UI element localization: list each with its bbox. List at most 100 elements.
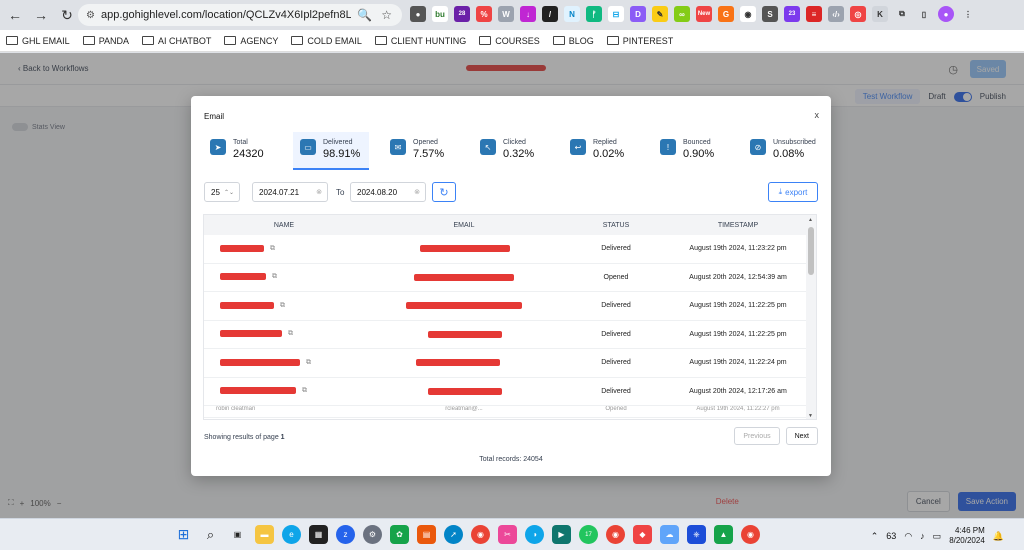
previous-page-button[interactable]: Previous <box>734 427 780 445</box>
extension-icon[interactable]: ᚠ <box>586 6 602 22</box>
extension-icon[interactable]: 23 <box>784 6 800 22</box>
external-link-icon[interactable]: ⧉ <box>306 359 311 366</box>
bookmark-folder[interactable]: AGENCY <box>224 36 278 46</box>
date-from-input[interactable]: 2024.07.21 ⊗ <box>252 182 328 202</box>
name-cell[interactable]: ⧉ <box>204 301 364 310</box>
stat-card-bounced[interactable]: ! Bounced 0.90% <box>653 132 729 170</box>
address-bar[interactable]: ⚙ app.gohighlevel.com/location/QCLZv4X6I… <box>78 4 402 26</box>
extension-icon[interactable]: ◉ <box>740 6 756 22</box>
app-icon[interactable]: ▶ <box>552 525 571 544</box>
wifi-icon[interactable]: ◠ <box>904 531 912 542</box>
extension-icon[interactable]: ● <box>410 6 426 22</box>
bookmark-folder[interactable]: BLOG <box>552 36 594 46</box>
name-cell[interactable]: ⧉ <box>204 244 364 253</box>
stat-card-total[interactable]: ➤ Total 24320 <box>203 132 279 170</box>
notification-bell-icon[interactable]: 🔔 <box>993 531 1004 542</box>
extension-icon[interactable]: ≡ <box>806 6 822 22</box>
app-icon[interactable]: ⎈ <box>687 525 706 544</box>
settings-gear-icon[interactable]: ⚙ <box>363 525 382 544</box>
whatsapp-icon[interactable]: 17 <box>579 525 598 544</box>
windows-start-icon[interactable]: ⊞ <box>174 525 193 544</box>
extension-icon[interactable]: 28 <box>454 6 470 22</box>
name-cell[interactable]: ⧉ <box>204 273 364 281</box>
extension-icon[interactable]: D <box>630 6 646 22</box>
table-scrollbar[interactable]: ▲ ▼ <box>806 215 816 419</box>
battery-icon[interactable]: ▭ <box>933 531 942 542</box>
extension-icon[interactable]: ‹/› <box>828 6 844 22</box>
chevron-up-icon[interactable]: ⌃ <box>871 531 879 542</box>
zoom-app-icon[interactable]: z <box>336 525 355 544</box>
bookmark-folder[interactable]: AI CHATBOT <box>142 36 211 46</box>
stat-card-unsubscribed[interactable]: ⊘ Unsubscribed 0.08% <box>743 132 819 170</box>
name-cell[interactable]: ⧉ <box>204 358 364 367</box>
scroll-up-icon[interactable]: ▲ <box>808 217 813 223</box>
search-icon[interactable]: ⌕ <box>201 525 220 544</box>
extension-icon[interactable]: / <box>542 6 558 22</box>
zoom-icon[interactable]: 🔍 <box>357 8 372 22</box>
forward-arrow-icon[interactable]: → <box>30 4 52 26</box>
name-cell[interactable]: robin cleatman <box>204 406 364 412</box>
bookmark-folder[interactable]: PANDA <box>82 36 129 46</box>
reload-icon[interactable]: ↻ <box>56 4 78 26</box>
task-view-icon[interactable]: ▣ <box>228 525 247 544</box>
chrome-icon[interactable]: ◉ <box>471 525 490 544</box>
extension-icon[interactable]: bu <box>432 6 448 22</box>
export-button[interactable]: ⤓ export <box>768 182 818 202</box>
app-icon[interactable]: ◑ <box>525 525 544 544</box>
app-icon[interactable]: ✿ <box>390 525 409 544</box>
external-link-icon[interactable]: ⧉ <box>270 245 275 252</box>
extension-icon[interactable]: W <box>498 6 514 22</box>
clock[interactable]: 4:46 PM 8/20/2024 <box>949 526 985 546</box>
temperature[interactable]: 63 <box>886 531 896 541</box>
bookmark-star-icon[interactable]: ☆ <box>381 8 392 22</box>
extension-icon[interactable]: % <box>476 6 492 22</box>
snipping-tool-icon[interactable]: ✂ <box>498 525 517 544</box>
extension-icon[interactable]: N <box>564 6 580 22</box>
extensions-puzzle-icon[interactable]: ⧉ <box>894 6 910 22</box>
external-link-icon[interactable]: ⧉ <box>272 273 277 280</box>
app-icon[interactable]: ▤ <box>417 525 436 544</box>
file-explorer-icon[interactable]: ▬ <box>255 525 274 544</box>
extension-icon[interactable]: ✎ <box>652 6 668 22</box>
back-arrow-icon[interactable]: ← <box>4 4 26 26</box>
edge-icon[interactable]: e <box>282 525 301 544</box>
clear-icon[interactable]: ⊗ <box>316 188 322 196</box>
name-cell[interactable]: ⧉ <box>204 330 364 338</box>
extension-icon[interactable]: New <box>696 6 712 22</box>
external-link-icon[interactable]: ⧉ <box>302 387 307 394</box>
stat-card-clicked[interactable]: ↖ Clicked 0.32% <box>473 132 549 170</box>
chrome-icon[interactable]: ◉ <box>741 525 760 544</box>
external-link-icon[interactable]: ⧉ <box>280 302 285 309</box>
bookmark-folder[interactable]: GHL EMAIL <box>6 36 70 46</box>
scroll-thumb[interactable] <box>808 227 814 275</box>
scroll-down-icon[interactable]: ▼ <box>808 413 813 419</box>
stat-card-delivered[interactable]: ▭ Delivered 98.91% <box>293 132 369 170</box>
name-cell[interactable]: ⧉ <box>204 387 364 395</box>
extension-icon[interactable]: G <box>718 6 734 22</box>
stat-card-replied[interactable]: ↩ Replied 0.02% <box>563 132 639 170</box>
close-icon[interactable]: x <box>815 110 820 120</box>
anydesk-icon[interactable]: ◆ <box>633 525 652 544</box>
refresh-button[interactable]: ↻ <box>432 182 456 202</box>
external-link-icon[interactable]: ⧉ <box>288 330 293 337</box>
bookmark-folder[interactable]: COURSES <box>479 36 540 46</box>
extension-icon[interactable]: ∞ <box>674 6 690 22</box>
extension-icon[interactable]: ⊟ <box>608 6 624 22</box>
site-info-icon[interactable]: ⚙ <box>86 10 95 21</box>
app-icon[interactable]: ▲ <box>714 525 733 544</box>
next-page-button[interactable]: Next <box>785 427 818 445</box>
page-size-select[interactable]: 25 ⌃⌄ <box>204 182 240 202</box>
menu-kebab-icon[interactable]: ⋮ <box>960 6 976 22</box>
date-to-input[interactable]: 2024.08.20 ⊗ <box>350 182 426 202</box>
app-icon[interactable]: ☁ <box>660 525 679 544</box>
bookmark-folder[interactable]: PINTEREST <box>606 36 673 46</box>
extension-icon[interactable]: S <box>762 6 778 22</box>
store-icon[interactable]: ▦ <box>309 525 328 544</box>
bookmark-folder[interactable]: CLIENT HUNTING <box>374 36 466 46</box>
stat-card-opened[interactable]: ✉ Opened 7.57% <box>383 132 459 170</box>
extension-icon[interactable]: ↓ <box>520 6 536 22</box>
sidebar-icon[interactable]: ▯ <box>916 6 932 22</box>
extension-icon[interactable]: ◎ <box>850 6 866 22</box>
extension-icon[interactable]: K <box>872 6 888 22</box>
chrome-icon[interactable]: ◉ <box>606 525 625 544</box>
